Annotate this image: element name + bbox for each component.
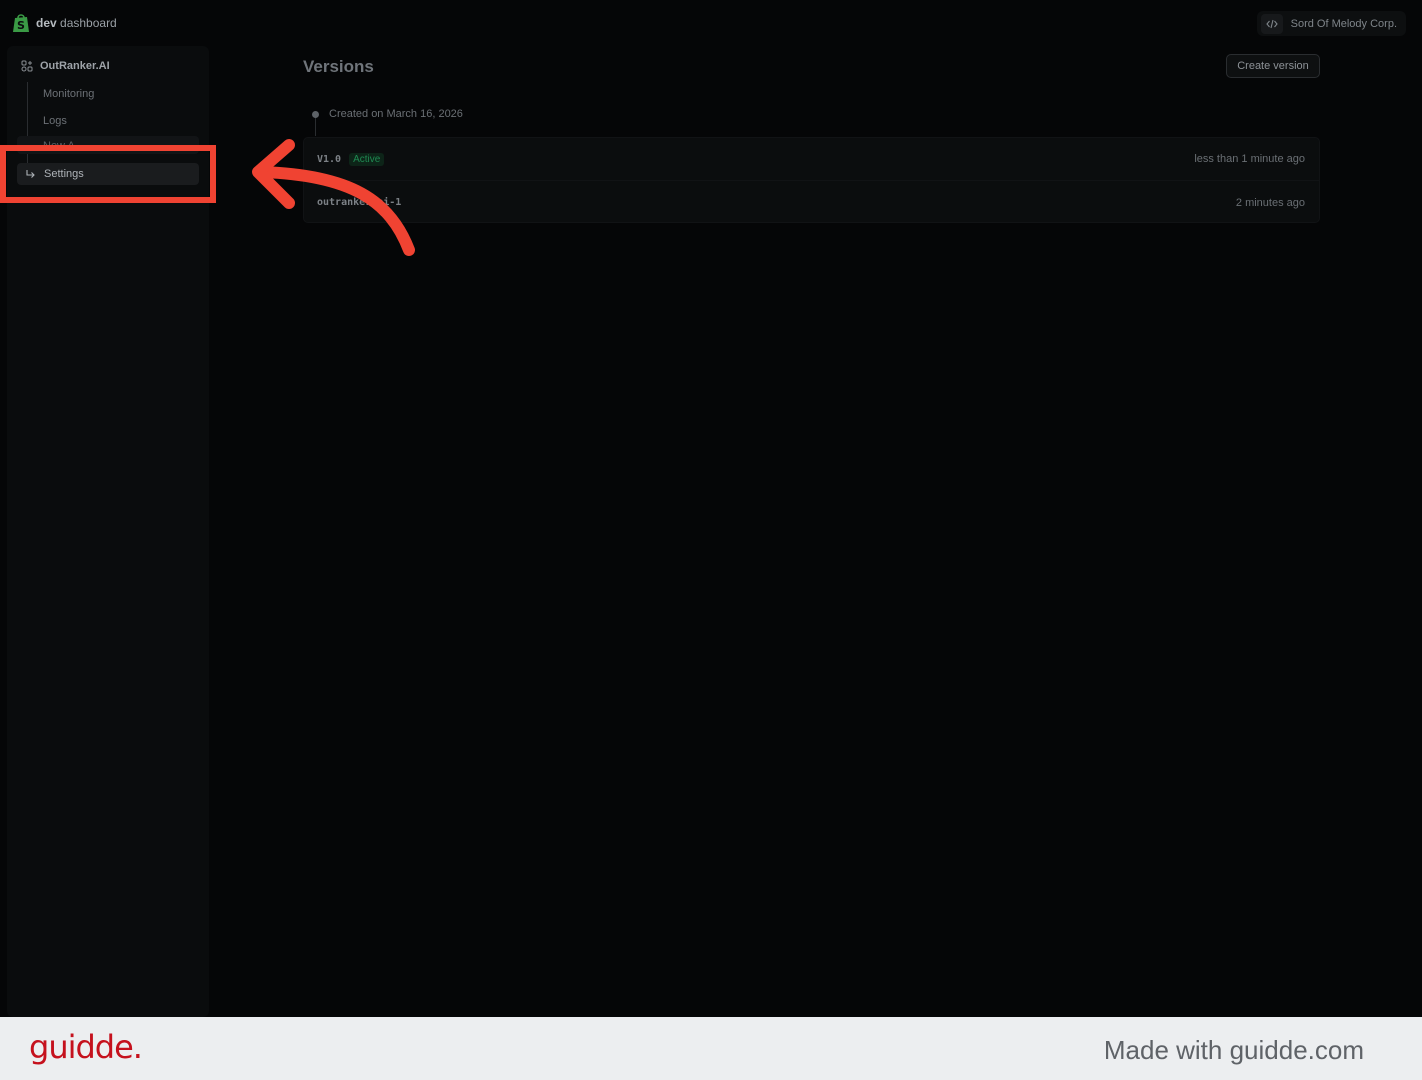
footer-credit[interactable]: Made with guidde.com [1104,1035,1364,1066]
guidde-logo: guidde. [29,1028,143,1066]
pointer-arrow-icon [252,139,415,256]
footer: guidde. Made with guidde.com [0,1017,1422,1080]
